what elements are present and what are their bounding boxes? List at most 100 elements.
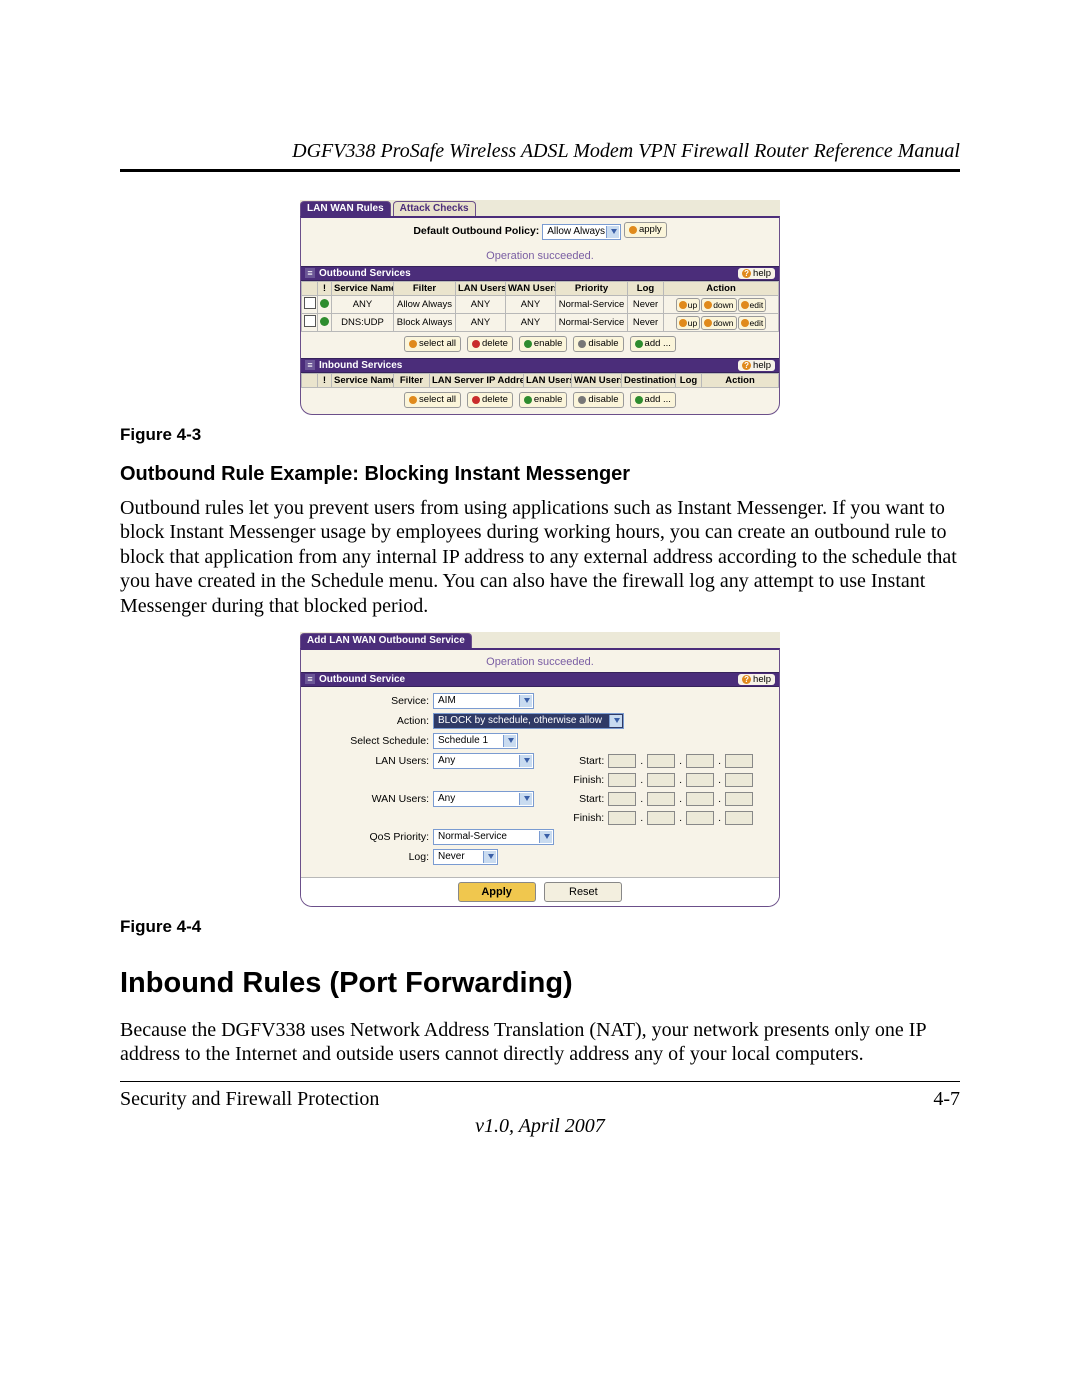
outbound-button-row: select all delete enable disable add ... bbox=[301, 332, 779, 358]
col-lan-server-ip: LAN Server IP Address bbox=[430, 374, 524, 388]
tab-add-outbound-service[interactable]: Add LAN WAN Outbound Service bbox=[300, 633, 472, 648]
finish-ip-3[interactable] bbox=[686, 773, 714, 787]
default-policy-select[interactable]: Allow Always bbox=[542, 224, 621, 240]
disable-button[interactable]: disable bbox=[573, 392, 623, 408]
wan-start-ip-4[interactable] bbox=[725, 792, 753, 806]
enable-button[interactable]: enable bbox=[519, 336, 568, 352]
row-down-button[interactable]: down bbox=[701, 298, 736, 312]
outbound-service-section-bar: ≡Outbound Service ?help bbox=[301, 672, 779, 687]
status-message: Operation succeeded. bbox=[301, 650, 779, 672]
help-link[interactable]: ?help bbox=[738, 360, 775, 371]
cell-service: DNS:UDP bbox=[332, 314, 394, 332]
default-policy-row: Default Outbound Policy: Allow Always ap… bbox=[301, 218, 779, 244]
outbound-table: ! Service Name Filter LAN Users WAN User… bbox=[301, 281, 779, 332]
label-schedule: Select Schedule: bbox=[309, 735, 433, 747]
col-lan-users: LAN Users bbox=[524, 374, 572, 388]
cell-filter: Block Always bbox=[394, 314, 456, 332]
row-edit-button[interactable]: edit bbox=[738, 316, 767, 330]
inbound-button-row: select all delete enable disable add ... bbox=[301, 388, 779, 414]
finish-ip-4[interactable] bbox=[725, 773, 753, 787]
row-up-button[interactable]: up bbox=[676, 316, 700, 330]
wan-finish-ip-3[interactable] bbox=[686, 811, 714, 825]
help-label: help bbox=[753, 674, 771, 685]
qos-value: Normal-Service bbox=[438, 831, 507, 842]
row-checkbox[interactable] bbox=[304, 315, 316, 327]
label-wan-users: WAN Users: bbox=[309, 793, 433, 805]
inbound-section-bar: ≡Inbound Services ?help bbox=[301, 358, 779, 373]
reset-button[interactable]: Reset bbox=[544, 882, 622, 902]
col-destination: Destination bbox=[622, 374, 676, 388]
delete-button[interactable]: delete bbox=[467, 336, 513, 352]
wan-start-ip-3[interactable] bbox=[686, 792, 714, 806]
finish-ip-2[interactable] bbox=[647, 773, 675, 787]
collapse-icon[interactable]: ≡ bbox=[305, 360, 315, 370]
wan-users-select[interactable]: Any bbox=[433, 791, 534, 807]
start-ip-2[interactable] bbox=[647, 754, 675, 768]
outbound-section-title: Outbound Services bbox=[319, 268, 411, 279]
collapse-icon[interactable]: ≡ bbox=[305, 674, 315, 684]
delete-button[interactable]: delete bbox=[467, 392, 513, 408]
cell-lan: ANY bbox=[456, 296, 506, 314]
lan-users-value: Any bbox=[438, 755, 455, 766]
col-filter: Filter bbox=[394, 374, 430, 388]
col-lan-users: LAN Users bbox=[456, 282, 506, 296]
select-all-button[interactable]: select all bbox=[404, 336, 461, 352]
figure-4-4-screenshot: Add LAN WAN Outbound Service Operation s… bbox=[300, 632, 780, 907]
schedule-select[interactable]: Schedule 1 bbox=[433, 733, 518, 749]
wan-finish-ip-4[interactable] bbox=[725, 811, 753, 825]
col-wan-users: WAN Users bbox=[506, 282, 556, 296]
col-action: Action bbox=[702, 374, 779, 388]
row-checkbox[interactable] bbox=[304, 297, 316, 309]
label-log: Log: bbox=[309, 851, 433, 863]
log-select[interactable]: Never bbox=[433, 849, 498, 865]
wan-start-ip-2[interactable] bbox=[647, 792, 675, 806]
wan-start-ip-1[interactable] bbox=[608, 792, 636, 806]
apply-label: apply bbox=[639, 223, 662, 237]
action-select[interactable]: BLOCK by schedule, otherwise allow bbox=[433, 713, 624, 729]
col-service-name: Service Name bbox=[332, 282, 394, 296]
help-link[interactable]: ?help bbox=[738, 674, 775, 685]
figure-4-4-caption: Figure 4-4 bbox=[120, 917, 960, 937]
col-filter: Filter bbox=[394, 282, 456, 296]
cell-wan: ANY bbox=[506, 296, 556, 314]
start-ip-1[interactable] bbox=[608, 754, 636, 768]
form-button-row: Apply Reset bbox=[301, 877, 779, 906]
help-link[interactable]: ?help bbox=[738, 268, 775, 279]
start-ip-4[interactable] bbox=[725, 754, 753, 768]
service-select[interactable]: AIM bbox=[433, 693, 534, 709]
add-button[interactable]: add ... bbox=[630, 336, 676, 352]
finish-ip-1[interactable] bbox=[608, 773, 636, 787]
col-log: Log bbox=[676, 374, 702, 388]
row-up-button[interactable]: up bbox=[676, 298, 700, 312]
row-edit-button[interactable]: edit bbox=[738, 298, 767, 312]
select-all-button[interactable]: select all bbox=[404, 392, 461, 408]
wan-finish-ip-1[interactable] bbox=[608, 811, 636, 825]
tab-attack-checks[interactable]: Attack Checks bbox=[393, 201, 476, 216]
row-down-button[interactable]: down bbox=[701, 316, 736, 330]
qos-select[interactable]: Normal-Service bbox=[433, 829, 554, 845]
outbound-section-bar: ≡ Outbound Services ?help bbox=[301, 266, 779, 281]
lan-users-select[interactable]: Any bbox=[433, 753, 534, 769]
apply-button[interactable]: apply bbox=[624, 222, 667, 238]
enable-button[interactable]: enable bbox=[519, 392, 568, 408]
col-bang: ! bbox=[318, 282, 332, 296]
cell-lan: ANY bbox=[456, 314, 506, 332]
log-value: Never bbox=[438, 851, 465, 862]
collapse-icon[interactable]: ≡ bbox=[305, 268, 315, 278]
start-ip-3[interactable] bbox=[686, 754, 714, 768]
header-rule bbox=[120, 169, 960, 172]
figure3-tab-bar: LAN WAN Rules Attack Checks bbox=[300, 200, 780, 216]
wan-finish-ip-2[interactable] bbox=[647, 811, 675, 825]
footer-rule bbox=[120, 1081, 960, 1082]
figure4-tab-bar: Add LAN WAN Outbound Service bbox=[300, 632, 780, 648]
tab-lan-wan-rules[interactable]: LAN WAN Rules bbox=[300, 201, 391, 216]
apply-button[interactable]: Apply bbox=[458, 882, 536, 902]
schedule-value: Schedule 1 bbox=[438, 735, 488, 746]
disable-button[interactable]: disable bbox=[573, 336, 623, 352]
col-wan-users: WAN Users bbox=[572, 374, 622, 388]
status-message: Operation succeeded. bbox=[301, 244, 779, 266]
add-button[interactable]: add ... bbox=[630, 392, 676, 408]
status-dot-icon bbox=[320, 317, 329, 326]
col-action: Action bbox=[664, 282, 779, 296]
subheading-outbound-example: Outbound Rule Example: Blocking Instant … bbox=[120, 463, 960, 486]
